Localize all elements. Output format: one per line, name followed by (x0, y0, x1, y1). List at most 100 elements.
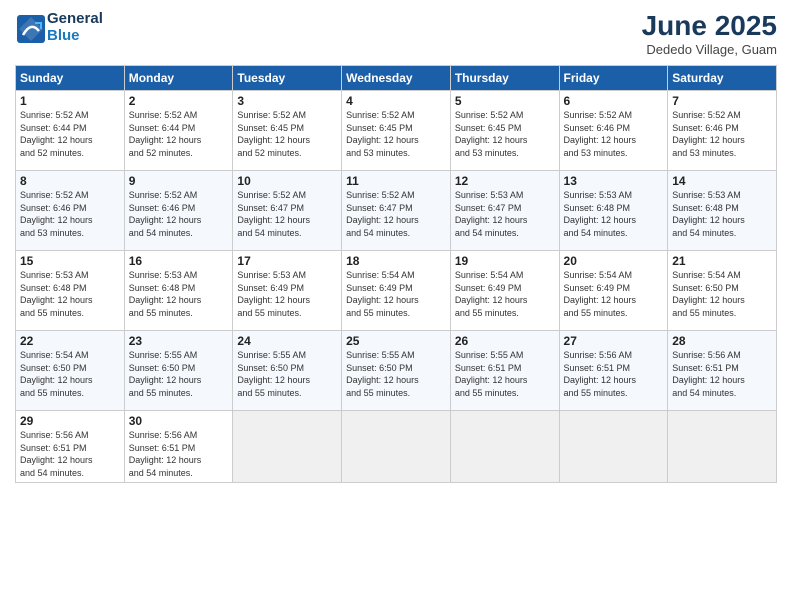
calendar-day-cell: 26Sunrise: 5:55 AM Sunset: 6:51 PM Dayli… (450, 331, 559, 411)
calendar-day-cell: 7Sunrise: 5:52 AM Sunset: 6:46 PM Daylig… (668, 91, 777, 171)
calendar-header-row: SundayMondayTuesdayWednesdayThursdayFrid… (16, 66, 777, 91)
header: General Blue June 2025 Dededo Village, G… (15, 10, 777, 57)
day-info: Sunrise: 5:56 AM Sunset: 6:51 PM Dayligh… (20, 429, 120, 479)
logo: General Blue (15, 10, 103, 44)
day-number: 8 (20, 174, 120, 188)
calendar-day-cell: 25Sunrise: 5:55 AM Sunset: 6:50 PM Dayli… (342, 331, 451, 411)
calendar-day-cell: 21Sunrise: 5:54 AM Sunset: 6:50 PM Dayli… (668, 251, 777, 331)
day-info: Sunrise: 5:56 AM Sunset: 6:51 PM Dayligh… (129, 429, 229, 479)
day-number: 7 (672, 94, 772, 108)
day-info: Sunrise: 5:54 AM Sunset: 6:49 PM Dayligh… (346, 269, 446, 319)
day-info: Sunrise: 5:52 AM Sunset: 6:44 PM Dayligh… (129, 109, 229, 159)
calendar-day-cell: 20Sunrise: 5:54 AM Sunset: 6:49 PM Dayli… (559, 251, 668, 331)
logo-text: General Blue (47, 10, 103, 44)
day-info: Sunrise: 5:53 AM Sunset: 6:49 PM Dayligh… (237, 269, 337, 319)
day-number: 24 (237, 334, 337, 348)
day-number: 23 (129, 334, 229, 348)
calendar-day-cell: 17Sunrise: 5:53 AM Sunset: 6:49 PM Dayli… (233, 251, 342, 331)
day-info: Sunrise: 5:52 AM Sunset: 6:45 PM Dayligh… (455, 109, 555, 159)
day-number: 21 (672, 254, 772, 268)
calendar-day-cell (450, 411, 559, 483)
month-title: June 2025 (642, 10, 777, 42)
calendar-day-cell (559, 411, 668, 483)
calendar-col-wednesday: Wednesday (342, 66, 451, 91)
calendar-day-cell: 23Sunrise: 5:55 AM Sunset: 6:50 PM Dayli… (124, 331, 233, 411)
calendar-day-cell: 16Sunrise: 5:53 AM Sunset: 6:48 PM Dayli… (124, 251, 233, 331)
day-info: Sunrise: 5:53 AM Sunset: 6:47 PM Dayligh… (455, 189, 555, 239)
calendar-col-friday: Friday (559, 66, 668, 91)
calendar-day-cell: 10Sunrise: 5:52 AM Sunset: 6:47 PM Dayli… (233, 171, 342, 251)
day-info: Sunrise: 5:54 AM Sunset: 6:49 PM Dayligh… (564, 269, 664, 319)
day-number: 2 (129, 94, 229, 108)
day-info: Sunrise: 5:52 AM Sunset: 6:47 PM Dayligh… (237, 189, 337, 239)
day-number: 9 (129, 174, 229, 188)
day-number: 20 (564, 254, 664, 268)
day-number: 27 (564, 334, 664, 348)
calendar-day-cell (668, 411, 777, 483)
logo-icon (15, 13, 43, 41)
calendar-day-cell: 5Sunrise: 5:52 AM Sunset: 6:45 PM Daylig… (450, 91, 559, 171)
calendar-col-thursday: Thursday (450, 66, 559, 91)
calendar-day-cell (233, 411, 342, 483)
calendar-day-cell: 12Sunrise: 5:53 AM Sunset: 6:47 PM Dayli… (450, 171, 559, 251)
day-number: 16 (129, 254, 229, 268)
day-info: Sunrise: 5:56 AM Sunset: 6:51 PM Dayligh… (564, 349, 664, 399)
day-info: Sunrise: 5:53 AM Sunset: 6:48 PM Dayligh… (672, 189, 772, 239)
day-info: Sunrise: 5:54 AM Sunset: 6:50 PM Dayligh… (20, 349, 120, 399)
calendar-day-cell: 9Sunrise: 5:52 AM Sunset: 6:46 PM Daylig… (124, 171, 233, 251)
calendar-day-cell: 15Sunrise: 5:53 AM Sunset: 6:48 PM Dayli… (16, 251, 125, 331)
calendar-day-cell: 24Sunrise: 5:55 AM Sunset: 6:50 PM Dayli… (233, 331, 342, 411)
day-info: Sunrise: 5:55 AM Sunset: 6:50 PM Dayligh… (346, 349, 446, 399)
day-number: 11 (346, 174, 446, 188)
calendar-day-cell: 28Sunrise: 5:56 AM Sunset: 6:51 PM Dayli… (668, 331, 777, 411)
calendar-day-cell (342, 411, 451, 483)
day-number: 4 (346, 94, 446, 108)
page: General Blue June 2025 Dededo Village, G… (0, 0, 792, 612)
day-info: Sunrise: 5:55 AM Sunset: 6:51 PM Dayligh… (455, 349, 555, 399)
day-info: Sunrise: 5:54 AM Sunset: 6:50 PM Dayligh… (672, 269, 772, 319)
day-info: Sunrise: 5:55 AM Sunset: 6:50 PM Dayligh… (237, 349, 337, 399)
day-info: Sunrise: 5:52 AM Sunset: 6:47 PM Dayligh… (346, 189, 446, 239)
day-info: Sunrise: 5:52 AM Sunset: 6:46 PM Dayligh… (129, 189, 229, 239)
day-number: 18 (346, 254, 446, 268)
calendar-day-cell: 4Sunrise: 5:52 AM Sunset: 6:45 PM Daylig… (342, 91, 451, 171)
day-info: Sunrise: 5:52 AM Sunset: 6:46 PM Dayligh… (672, 109, 772, 159)
day-info: Sunrise: 5:53 AM Sunset: 6:48 PM Dayligh… (129, 269, 229, 319)
calendar-week-row: 15Sunrise: 5:53 AM Sunset: 6:48 PM Dayli… (16, 251, 777, 331)
calendar-day-cell: 19Sunrise: 5:54 AM Sunset: 6:49 PM Dayli… (450, 251, 559, 331)
calendar-week-row: 8 Sunrise: 5:52 AM Sunset: 6:46 PM Daylig… (16, 171, 777, 251)
day-number: 1 (20, 94, 120, 108)
day-number: 25 (346, 334, 446, 348)
calendar-col-saturday: Saturday (668, 66, 777, 91)
calendar-day-cell: 30Sunrise: 5:56 AM Sunset: 6:51 PM Dayli… (124, 411, 233, 483)
day-info: Sunrise: 5:52 AM Sunset: 6:46 PM Dayligh… (564, 109, 664, 159)
day-info: Sunrise: 5:55 AM Sunset: 6:50 PM Dayligh… (129, 349, 229, 399)
day-number: 13 (564, 174, 664, 188)
day-number: 29 (20, 414, 120, 428)
day-info: Sunrise: 5:54 AM Sunset: 6:49 PM Dayligh… (455, 269, 555, 319)
calendar-week-row: 1 Sunrise: 5:52 AM Sunset: 6:44 PM Daylig… (16, 91, 777, 171)
title-block: June 2025 Dededo Village, Guam (642, 10, 777, 57)
day-number: 30 (129, 414, 229, 428)
day-number: 28 (672, 334, 772, 348)
calendar-day-cell: 2Sunrise: 5:52 AM Sunset: 6:44 PM Daylig… (124, 91, 233, 171)
day-info: Sunrise: 5:53 AM Sunset: 6:48 PM Dayligh… (20, 269, 120, 319)
calendar-day-cell: 13Sunrise: 5:53 AM Sunset: 6:48 PM Dayli… (559, 171, 668, 251)
calendar-day-cell: 11Sunrise: 5:52 AM Sunset: 6:47 PM Dayli… (342, 171, 451, 251)
calendar-day-cell: 6Sunrise: 5:52 AM Sunset: 6:46 PM Daylig… (559, 91, 668, 171)
calendar-day-cell: 29Sunrise: 5:56 AM Sunset: 6:51 PM Dayli… (16, 411, 125, 483)
calendar-day-cell: 1Sunrise: 5:52 AM Sunset: 6:44 PM Daylig… (16, 91, 125, 171)
day-number: 22 (20, 334, 120, 348)
day-number: 14 (672, 174, 772, 188)
calendar-day-cell: 14Sunrise: 5:53 AM Sunset: 6:48 PM Dayli… (668, 171, 777, 251)
day-number: 12 (455, 174, 555, 188)
day-number: 3 (237, 94, 337, 108)
calendar-week-row: 22Sunrise: 5:54 AM Sunset: 6:50 PM Dayli… (16, 331, 777, 411)
calendar-day-cell: 27Sunrise: 5:56 AM Sunset: 6:51 PM Dayli… (559, 331, 668, 411)
day-info: Sunrise: 5:56 AM Sunset: 6:51 PM Dayligh… (672, 349, 772, 399)
day-number: 17 (237, 254, 337, 268)
day-number: 26 (455, 334, 555, 348)
day-number: 5 (455, 94, 555, 108)
calendar-col-sunday: Sunday (16, 66, 125, 91)
day-info: Sunrise: 5:52 AM Sunset: 6:45 PM Dayligh… (237, 109, 337, 159)
